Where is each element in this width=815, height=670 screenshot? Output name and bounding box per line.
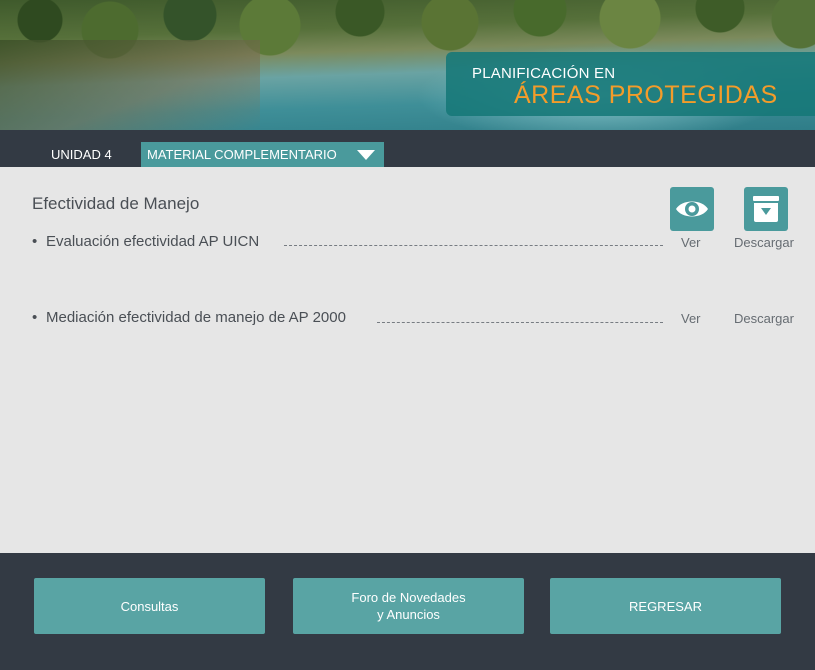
regresar-label: REGRESAR [629, 598, 702, 614]
view-column-button[interactable] [670, 187, 714, 231]
section-title: Efectividad de Manejo [32, 194, 200, 213]
list-bullet: • [32, 309, 38, 326]
footer-bar: Consultas Foro de Novedades y Anuncios R… [0, 553, 815, 670]
foro-label-line1: Foro de Novedades [351, 590, 466, 605]
regresar-button[interactable]: REGRESAR [550, 578, 781, 634]
item-label: Evaluación efectividad AP UICN [46, 233, 260, 250]
material-complementario-dropdown[interactable]: MATERIAL COMPLEMENTARIO [141, 142, 384, 167]
course-title-box: PLANIFICACIÓN EN ÁREAS PROTEGIDAS [446, 52, 815, 116]
unit-nav-bar: UNIDAD 4 MATERIAL COMPLEMENTARIO [0, 140, 815, 167]
leader-line [284, 245, 663, 246]
list-bullet: • [32, 233, 38, 250]
ver-link[interactable]: Ver [681, 235, 701, 250]
chevron-down-icon [357, 150, 375, 160]
course-title-line2: ÁREAS PROTEGIDAS [514, 81, 778, 109]
leader-line [377, 322, 663, 323]
header-divider [0, 130, 815, 140]
header-banner: PLANIFICACIÓN EN ÁREAS PROTEGIDAS [0, 0, 815, 130]
ver-link[interactable]: Ver [681, 311, 701, 326]
consultas-label: Consultas [120, 598, 179, 614]
download-column-button[interactable] [744, 187, 788, 231]
descargar-link[interactable]: Descargar [734, 311, 794, 326]
eye-icon [676, 201, 708, 217]
descargar-link[interactable]: Descargar [734, 235, 794, 250]
course-title-line1: PLANIFICACIÓN EN [472, 65, 616, 82]
unit-label[interactable]: UNIDAD 4 [51, 147, 112, 162]
download-box-icon [753, 196, 779, 222]
foro-novedades-button[interactable]: Foro de Novedades y Anuncios [293, 578, 524, 634]
foro-label-line2: y Anuncios [377, 607, 440, 622]
item-label: Mediación efectividad de manejo de AP 20… [46, 309, 346, 326]
consultas-button[interactable]: Consultas [34, 578, 265, 634]
material-tab-label: MATERIAL COMPLEMENTARIO [147, 147, 337, 162]
